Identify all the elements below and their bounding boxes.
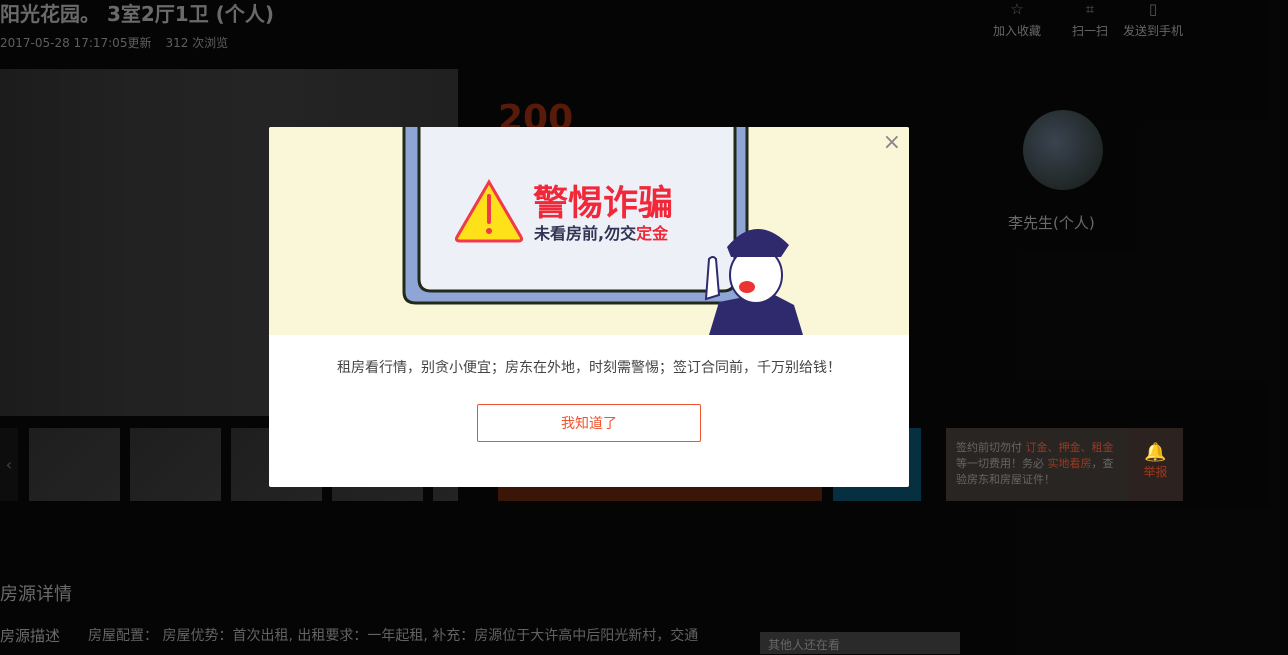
others-viewing: 其他人还在看 [760, 632, 960, 654]
safety-tip: 签约前切勿付 订金、押金、租金等一切费用！务必 实地看房，查验房东和房屋证件！ [946, 428, 1128, 501]
updated-time: 2017-05-28 17:17:05更新 [0, 36, 152, 50]
warning-banner: 警惕诈骗 未看房前,勿交定金 [269, 127, 909, 335]
thumbnail[interactable] [130, 428, 221, 501]
send-to-phone-button[interactable]: ▯ 发送到手机 [1118, 0, 1188, 39]
scan-button[interactable]: ⌗ 扫一扫 [1055, 0, 1125, 39]
avatar [1023, 110, 1103, 190]
fraud-warning-modal: 警惕诈骗 未看房前,勿交定金 × 租房看行情，别贪小便宜；房东在外地，时刻需警惕… [269, 127, 909, 487]
banner-subtitle: 未看房前,勿交定金 [533, 224, 669, 243]
scan-icon: ⌗ [1085, 0, 1095, 18]
alarm-icon: 🔔 [1144, 442, 1167, 463]
thumbnail[interactable] [29, 428, 120, 501]
warning-message: 租房看行情，别贪小便宜；房东在外地，时刻需警惕；签订合同前，千万别给钱！ [337, 360, 841, 376]
acknowledge-button[interactable]: 我知道了 [477, 404, 701, 442]
section-title: 房源详情 [0, 584, 72, 605]
view-count: 312 次浏览 [165, 36, 229, 50]
listing-title: 阳光花园。 3室2厅1卫 (个人) [0, 2, 274, 26]
desc-text: 房屋配置： 房屋优势：首次出租, 出租要求：一年起租, 补充：房源位于大许高中后… [88, 628, 699, 644]
gallery-prev-button[interactable]: ‹ [0, 428, 18, 501]
landlord-name: 李先生(个人) [1008, 214, 1095, 232]
star-icon: ☆ [1010, 0, 1024, 18]
favorite-button[interactable]: ☆ 加入收藏 [982, 0, 1052, 39]
phone-icon: ▯ [1148, 0, 1158, 18]
close-icon[interactable]: × [883, 131, 901, 155]
listing-meta: 2017-05-28 17:17:05更新 312 次浏览 [0, 34, 242, 51]
banner-title: 警惕诈骗 [533, 184, 673, 224]
desc-label: 房源描述 [0, 627, 61, 645]
report-button[interactable]: 🔔 举报 [1128, 428, 1183, 501]
